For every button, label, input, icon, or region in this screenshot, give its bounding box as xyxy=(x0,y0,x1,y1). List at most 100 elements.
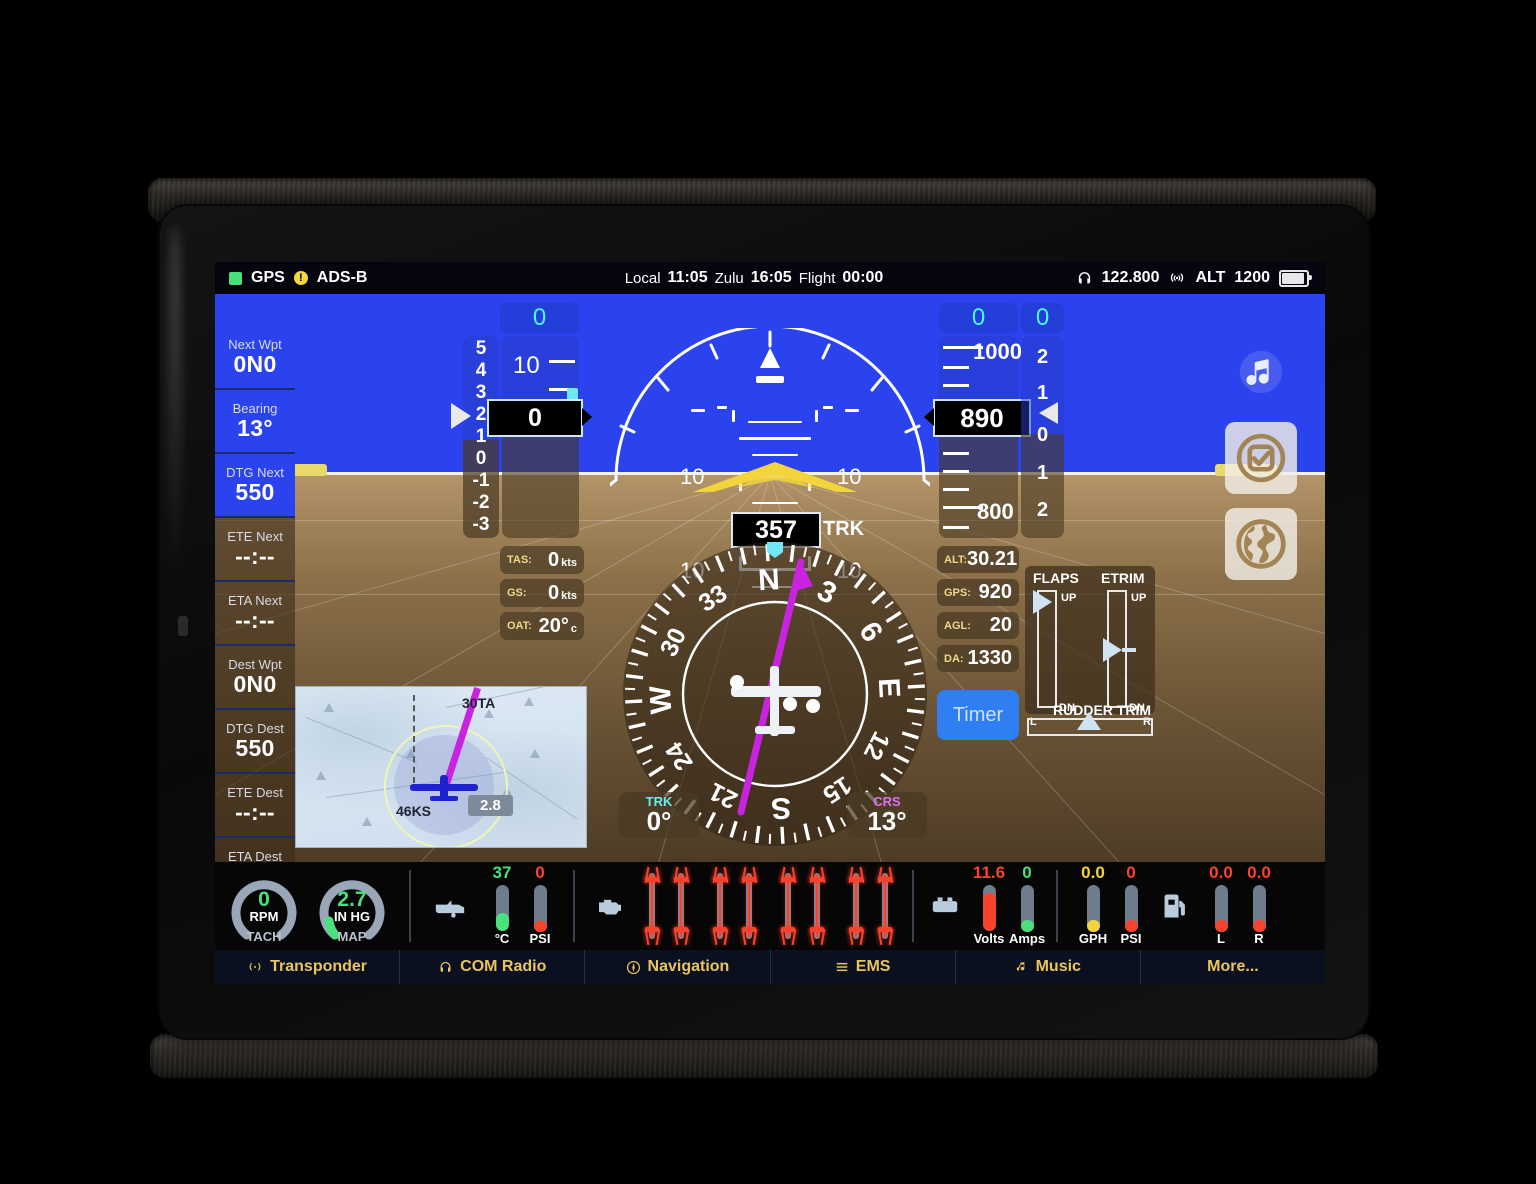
oil-temp-label: °C xyxy=(494,931,510,946)
sidebar-value: --:-- xyxy=(235,607,275,633)
da-value: 1330 xyxy=(967,647,1013,669)
fuel-right-bar: 0.0 R xyxy=(1244,863,1274,946)
headset-icon xyxy=(440,961,451,972)
status-left: GPS ! ADS-B xyxy=(215,269,529,287)
map-scale-badge[interactable]: 2.8 xyxy=(468,795,513,816)
music-note-icon xyxy=(1016,961,1026,971)
sidebar-item-ete-dest[interactable]: ETE Dest --:-- xyxy=(215,774,295,838)
sidebar-item-dtg-next[interactable]: DTG Next 550 xyxy=(215,454,295,518)
moving-map-inset[interactable]: 30TA 46KS 2.8 xyxy=(295,686,587,848)
sidebar-key: Bearing xyxy=(232,401,278,416)
egt-cht-group[interactable] xyxy=(639,866,898,946)
vsi-bug-value[interactable]: 0 xyxy=(1021,303,1064,333)
nav-item-com-radio[interactable]: COM Radio xyxy=(400,950,586,984)
headset-icon xyxy=(1078,271,1090,283)
music-note-icon xyxy=(1239,350,1283,394)
transponder-code[interactable]: 1200 xyxy=(1234,269,1270,287)
nav-item-transponder[interactable]: Transponder xyxy=(215,950,401,984)
transponder-mode[interactable]: ALT xyxy=(1195,269,1225,287)
status-clocks: Local 11:05 Zulu 16:05 Flight 00:00 xyxy=(529,269,979,287)
checklist-button[interactable] xyxy=(1225,422,1297,494)
sidebar-value: 550 xyxy=(235,479,275,505)
altitude-bug-value[interactable]: 0 xyxy=(939,303,1018,333)
oil-psi-value: 0 xyxy=(535,863,545,882)
list-icon xyxy=(836,962,848,972)
etrim-up-label: UP xyxy=(1131,592,1147,604)
fuel-l-label: L xyxy=(1217,931,1225,946)
com-frequency[interactable]: 122.800 xyxy=(1102,269,1160,287)
voltage-bar: 11.6 Volts xyxy=(973,863,1005,946)
sidebar-item-eta-dest[interactable]: ETA Dest --:-- xyxy=(215,838,295,862)
etrim-indicator xyxy=(1103,638,1122,662)
sidebar-item-ete-next[interactable]: ETE Next --:-- xyxy=(215,518,295,582)
divider xyxy=(573,870,575,942)
map-airport-label: 46KS xyxy=(396,803,432,819)
timer-button[interactable]: Timer xyxy=(937,690,1019,740)
sidebar-item-eta-next[interactable]: ETA Next --:-- xyxy=(215,582,295,646)
tach-value: 0 xyxy=(258,888,270,911)
vsi-num-dn1: 1 xyxy=(1036,462,1049,484)
primary-flight-display[interactable]: 10 10 10 10 Next W xyxy=(215,294,1325,862)
sidebar-item-dest-wpt[interactable]: Dest Wpt 0N0 xyxy=(215,646,295,710)
sidebar-key: Dest Wpt xyxy=(228,657,282,672)
divider xyxy=(1056,870,1058,942)
airspeed-pointer xyxy=(451,403,471,429)
oat-value: 20° xyxy=(538,614,569,637)
sidebar-key: ETA Dest xyxy=(228,849,282,863)
flaps-title: FLAPS xyxy=(1033,570,1079,586)
map-globe-button[interactable] xyxy=(1225,508,1297,580)
gs-value: 0 xyxy=(547,581,560,604)
bottom-navigation-bar[interactable]: Transponder COM Radio Navigation EMS Mus… xyxy=(215,950,1325,984)
sidebar-value: 550 xyxy=(235,735,275,761)
sidebar-key: DTG Dest xyxy=(226,721,284,736)
egt-cht-bar xyxy=(872,866,898,946)
compass-label: E xyxy=(872,677,906,699)
course-field[interactable]: CRS 13° xyxy=(847,792,927,838)
nav-item-ems[interactable]: EMS xyxy=(771,950,956,984)
volts-value: 11.6 xyxy=(972,863,1006,882)
trend-num: -3 xyxy=(472,514,490,535)
nav-item-navigation[interactable]: Navigation xyxy=(585,950,771,984)
airspeed-bug-value[interactable]: 0 xyxy=(500,303,579,333)
fuel-psi-value: 0 xyxy=(1126,863,1136,882)
groundspeed-field: GS: 0 kts xyxy=(500,579,584,607)
tachometer-gauge[interactable]: 0 RPM TACH xyxy=(225,867,303,945)
oat-label: OAT: xyxy=(507,620,532,632)
gps-alt-value: 920 xyxy=(978,581,1012,603)
trend-num: 4 xyxy=(475,360,487,381)
vsi-num-dn2: 2 xyxy=(1036,499,1049,521)
engine-icon xyxy=(599,899,621,915)
music-button[interactable] xyxy=(1225,336,1297,408)
nav-item-music[interactable]: Music xyxy=(956,950,1141,984)
sidebar-item-dtg-dest[interactable]: DTG Dest 550 xyxy=(215,710,295,774)
trk-value: 0° xyxy=(646,806,672,836)
track-field: TRK 0° xyxy=(619,792,699,838)
sidebar-item-next-wpt[interactable]: Next Wpt 0N0 xyxy=(215,326,295,390)
sidebar-key: Next Wpt xyxy=(228,337,282,352)
fuel-pump-icon xyxy=(1164,894,1185,918)
gps-label: GPS xyxy=(251,269,285,286)
manifold-pressure-gauge[interactable]: 2.7 IN HG MAP xyxy=(313,867,391,945)
fuel-r-value: 0.0 xyxy=(1247,863,1271,882)
etrim-pointer-bar xyxy=(1122,648,1136,652)
amps-value: 0 xyxy=(1022,863,1032,882)
volts-marker xyxy=(983,893,996,931)
sidebar-value: 0N0 xyxy=(233,671,277,697)
nav-label: Music xyxy=(1035,958,1081,975)
gps-status-icon xyxy=(229,271,242,285)
gph-label: GPH xyxy=(1078,931,1108,946)
oil-can-icon xyxy=(435,900,465,918)
engine-monitoring-strip[interactable]: 0 RPM TACH 2.7 IN HG MAP 37 °C 0 PSI 11.… xyxy=(215,862,1325,950)
sidebar-item-bearing[interactable]: Bearing 13° xyxy=(215,390,295,454)
compass-label: S xyxy=(770,791,792,825)
tablet-side-button[interactable] xyxy=(178,616,188,636)
oil-psi-label: PSI xyxy=(529,931,551,946)
baro-label: ALT: xyxy=(944,553,968,566)
map-heading-line xyxy=(413,695,415,783)
baro-setting-field[interactable]: ALT: 30.21 xyxy=(937,546,1019,573)
tach-unit: RPM xyxy=(249,909,279,924)
gps-altitude-field: GPS: 920 xyxy=(937,579,1019,606)
battery-icon xyxy=(1279,269,1312,287)
nav-item-more[interactable]: More... xyxy=(1141,950,1325,984)
navigation-data-sidebar: Next Wpt 0N0 Bearing 13° DTG Next 550 ET… xyxy=(215,326,295,862)
